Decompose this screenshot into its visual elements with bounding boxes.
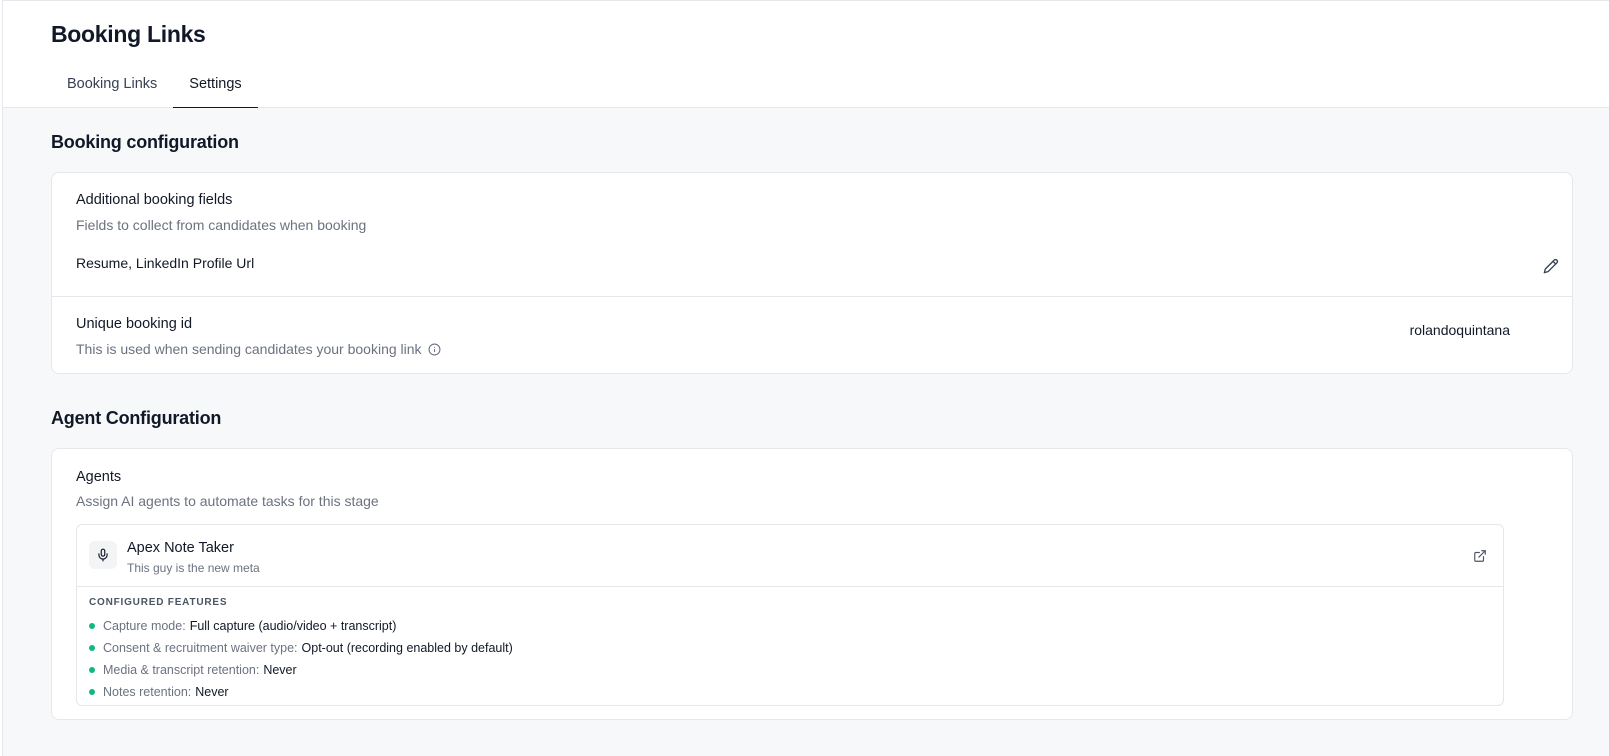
status-dot (89, 645, 95, 651)
feature-item: Consent & recruitment waiver type: Opt-o… (89, 637, 513, 659)
feature-value: Full capture (audio/video + transcript) (189, 619, 397, 633)
tab-settings[interactable]: Settings (173, 63, 259, 109)
pencil-icon[interactable] (1540, 255, 1562, 277)
page-header: Booking Links Booking Links Settings (3, 1, 1609, 109)
tab-bar: Booking Links Settings (51, 63, 259, 109)
configured-features-label: CONFIGURED FEATURES (89, 597, 228, 608)
agents-card: Agents Assign AI agents to automate task… (51, 448, 1573, 720)
agent-description: This guy is the new meta (127, 561, 260, 575)
feature-value: Never (195, 685, 229, 699)
agent-name: Apex Note Taker (127, 540, 234, 556)
booking-config-card: Additional booking fields Fields to coll… (51, 172, 1573, 374)
feature-list: Capture mode: Full capture (audio/video … (89, 615, 513, 703)
feature-key: Capture mode: (103, 619, 186, 633)
status-dot (89, 689, 95, 695)
unique-id-row: Unique booking id This is used when send… (52, 297, 1572, 375)
additional-fields-title: Additional booking fields (76, 192, 233, 208)
agents-title: Agents (76, 469, 122, 485)
unique-id-title: Unique booking id (76, 316, 193, 332)
additional-fields-value: Resume, LinkedIn Profile Url (76, 255, 255, 271)
external-link-icon[interactable] (1469, 545, 1491, 567)
agent-card[interactable]: Apex Note Taker This guy is the new meta… (76, 524, 1504, 706)
feature-item: Notes retention: Never (89, 681, 513, 703)
info-icon[interactable] (428, 343, 441, 356)
feature-item: Capture mode: Full capture (audio/video … (89, 615, 513, 637)
unique-id-value[interactable]: rolandoquintana (1410, 322, 1510, 338)
status-dot (89, 623, 95, 629)
unique-id-subtitle: This is used when sending candidates you… (76, 341, 422, 357)
additional-fields-row: Additional booking fields Fields to coll… (52, 173, 1572, 297)
feature-item: Media & transcript retention: Never (89, 659, 513, 681)
booking-config-title: Booking configuration (51, 132, 239, 152)
unique-id-subtitle-wrap: This is used when sending candidates you… (76, 341, 441, 357)
page-title: Booking Links (51, 21, 206, 47)
status-dot (89, 667, 95, 673)
feature-value: Opt-out (recording enabled by default) (301, 641, 513, 655)
tab-booking-links[interactable]: Booking Links (51, 63, 173, 108)
additional-fields-subtitle: Fields to collect from candidates when b… (76, 217, 367, 233)
settings-content: Booking configuration Additional booking… (3, 108, 1609, 756)
feature-key: Consent & recruitment waiver type: (103, 641, 298, 655)
feature-key: Media & transcript retention: (103, 663, 260, 677)
agent-config-title: Agent Configuration (51, 408, 222, 428)
agents-subtitle: Assign AI agents to automate tasks for t… (76, 493, 379, 509)
feature-key: Notes retention: (103, 685, 192, 699)
feature-value: Never (263, 663, 297, 677)
agent-header: Apex Note Taker This guy is the new meta (77, 525, 1503, 587)
microphone-icon (89, 541, 117, 569)
